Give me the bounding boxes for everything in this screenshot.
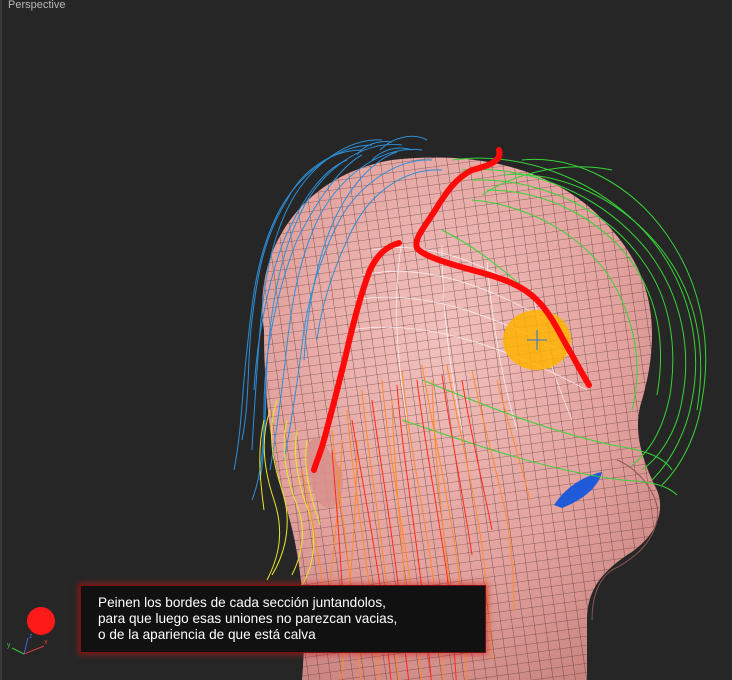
caption-line-1: Peinen los bordes de cada sección juntan… bbox=[98, 595, 386, 610]
axis-z-label: z bbox=[29, 633, 33, 640]
perspective-viewport[interactable]: Perspective Peinen los bordes de cada se… bbox=[0, 0, 732, 680]
caption-line-2: para que luego esas uniones no parezcan … bbox=[98, 611, 398, 626]
caption-line-3: o de la apariencia de que está calva bbox=[98, 627, 316, 642]
record-indicator-icon[interactable] bbox=[27, 607, 55, 635]
axis-x-label: x bbox=[44, 639, 48, 646]
annotation-caption: Peinen los bordes de cada sección juntan… bbox=[80, 585, 486, 653]
axis-gizmo-icon: x y z bbox=[7, 633, 48, 655]
head-model-scene[interactable] bbox=[2, 0, 732, 680]
axis-y-label: y bbox=[7, 642, 11, 649]
